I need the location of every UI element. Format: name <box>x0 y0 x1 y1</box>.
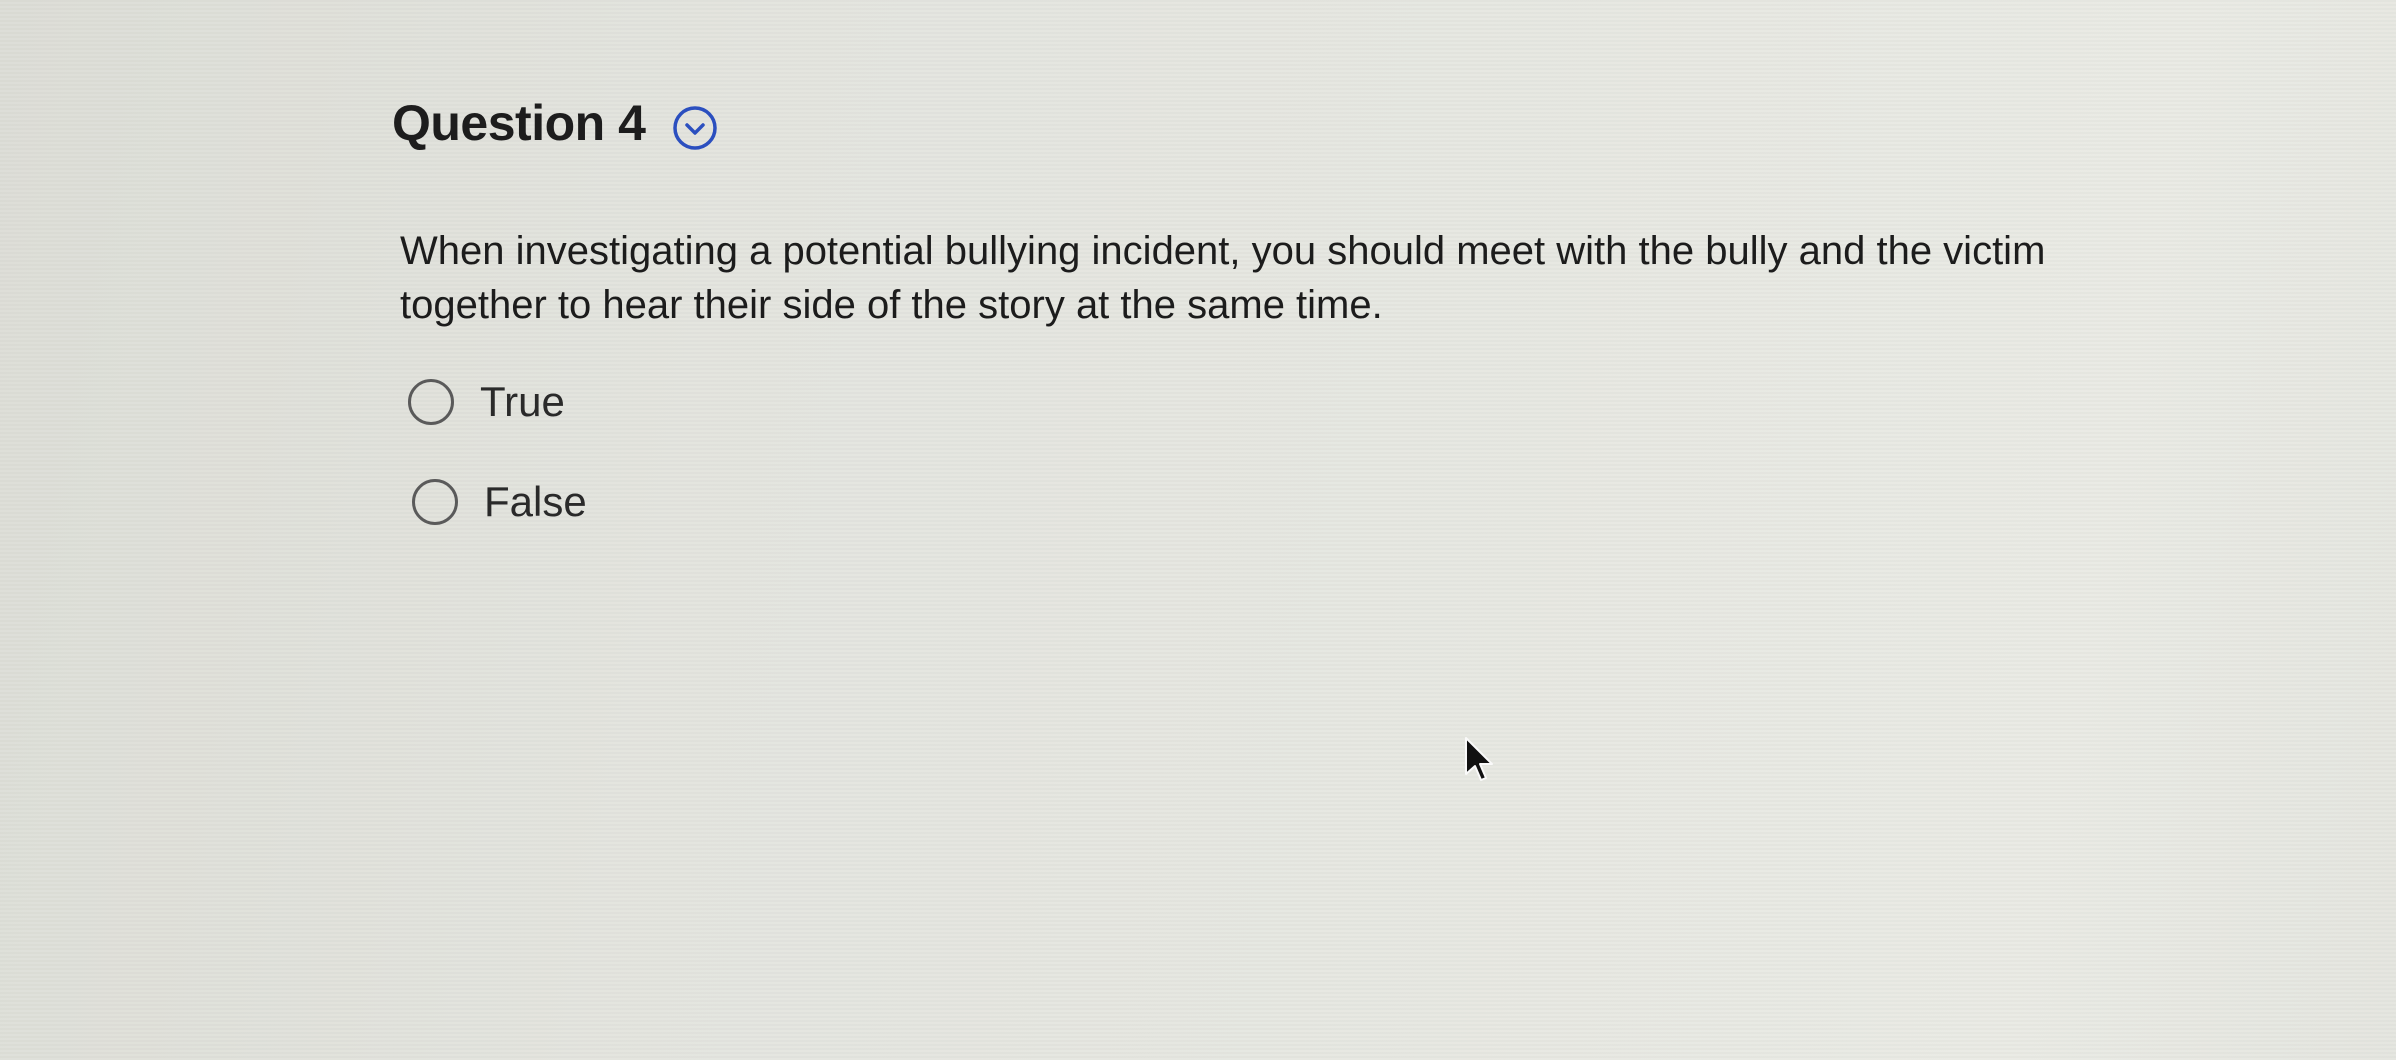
question-card: Question 4 When investigating a potentia… <box>392 88 2092 570</box>
answer-options: True False <box>408 370 2092 534</box>
chevron-down-circle-icon[interactable] <box>671 104 719 152</box>
question-header: Question 4 <box>392 88 2092 158</box>
question-text: When investigating a potential bullying … <box>400 229 2046 327</box>
option-label-true: True <box>480 378 565 425</box>
radio-button-false[interactable] <box>412 479 458 525</box>
option-false[interactable]: False <box>412 470 2092 534</box>
option-label-false: False <box>484 478 587 525</box>
mouse-pointer-icon <box>1465 737 1493 781</box>
option-true[interactable]: True <box>408 370 2092 434</box>
radio-button-true[interactable] <box>408 379 454 425</box>
question-title: Question 4 <box>392 95 646 151</box>
